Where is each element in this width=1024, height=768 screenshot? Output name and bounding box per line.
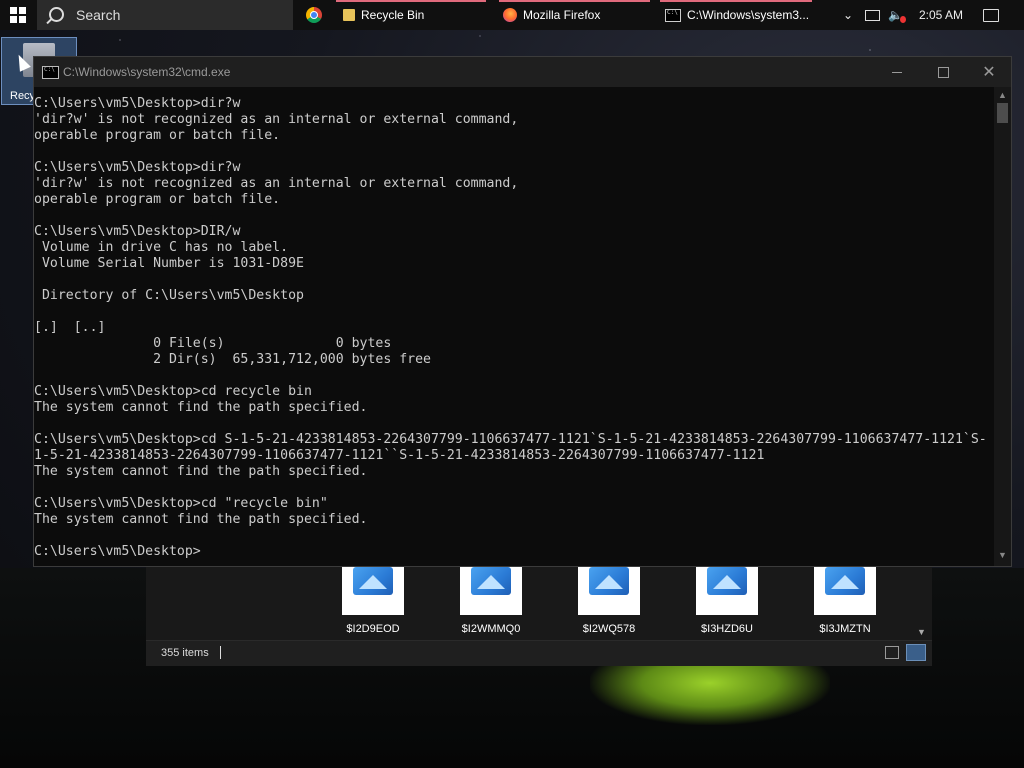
- windows-logo-icon: [10, 7, 26, 23]
- scroll-down-arrow-icon[interactable]: ▼: [998, 550, 1007, 560]
- file-thumbnail[interactable]: [460, 567, 522, 615]
- console-line: C:\Users\vm5\Desktop>: [34, 544, 201, 559]
- cmd-icon: [665, 8, 681, 22]
- file-thumbnail[interactable]: [578, 567, 640, 615]
- file-name[interactable]: $I2WMMQ0: [446, 623, 536, 635]
- close-icon: ✕: [982, 64, 996, 81]
- file-name[interactable]: $I3JMZTN: [800, 623, 890, 635]
- running-indicator: [660, 0, 812, 2]
- network-icon[interactable]: [865, 0, 881, 30]
- desktop-icon-label: Recy: [10, 90, 36, 102]
- file-thumbnail[interactable]: [342, 567, 404, 615]
- cmd-window[interactable]: C:\Windows\system32\cmd.exe ✕ C:\Users\v…: [33, 56, 1012, 567]
- minimize-button[interactable]: [874, 57, 920, 87]
- console-line: The system cannot find the path specifie…: [34, 512, 368, 527]
- console-line: C:\Users\vm5\Desktop>DIR/w: [34, 224, 241, 239]
- console-line: 'dir?w' is not recognized as an internal…: [34, 112, 519, 127]
- console-line: The system cannot find the path specifie…: [34, 464, 368, 479]
- details-view-icon[interactable]: [885, 646, 899, 659]
- console-line: 1-5-21-4233814853-2264307799-1106637477-…: [34, 448, 765, 463]
- photo-file-icon: [471, 567, 511, 595]
- file-name[interactable]: $I2D9EOD: [328, 623, 418, 635]
- console-line: 'dir?w' is not recognized as an internal…: [34, 176, 519, 191]
- scroll-up-arrow-icon[interactable]: ▲: [998, 90, 1007, 100]
- console-line: Volume in drive C has no label.: [34, 240, 289, 255]
- photo-file-icon: [707, 567, 747, 595]
- console-output[interactable]: C:\Users\vm5\Desktop>dir?w'dir?w' is not…: [34, 96, 994, 560]
- cmd-window-title: C:\Windows\system32\cmd.exe: [63, 65, 231, 79]
- photo-file-icon: [353, 567, 393, 595]
- running-indicator: [336, 0, 486, 2]
- taskbar-clock[interactable]: 2:05 AM: [919, 0, 963, 30]
- status-divider: [220, 646, 221, 659]
- taskbar-app-cmd[interactable]: C:\Windows\system3...: [660, 0, 812, 30]
- minimize-icon: [892, 71, 902, 73]
- console-line: C:\Users\vm5\Desktop>dir?w: [34, 160, 241, 175]
- large-icons-view-icon[interactable]: [906, 644, 926, 661]
- running-indicator: [499, 0, 650, 2]
- scroll-down-arrow-icon[interactable]: ▼: [917, 627, 926, 637]
- photo-file-icon: [825, 567, 865, 595]
- start-button[interactable]: [0, 0, 36, 30]
- console-scrollbar[interactable]: ▲ ▼: [994, 87, 1011, 566]
- firefox-icon: [503, 8, 517, 22]
- taskbar: Search Recycle Bin Mozilla Firefox C:\Wi…: [0, 0, 1024, 30]
- console-line: Volume Serial Number is 1031-D89E: [34, 256, 304, 271]
- file-thumbnail[interactable]: [814, 567, 876, 615]
- taskbar-search-box[interactable]: Search: [37, 0, 293, 30]
- taskbar-app-recycle-bin[interactable]: Recycle Bin: [336, 0, 486, 30]
- photo-file-icon: [589, 567, 629, 595]
- file-name[interactable]: $I2WQ578: [564, 623, 654, 635]
- console-line: C:\Users\vm5\Desktop>cd recycle bin: [34, 384, 312, 399]
- explorer-status-bar: 355 items: [146, 640, 932, 666]
- maximize-icon: [937, 66, 949, 78]
- console-line: 2 Dir(s) 65,331,712,000 bytes free: [34, 352, 431, 367]
- volume-muted-icon[interactable]: 🔈: [888, 0, 906, 30]
- console-line: C:\Users\vm5\Desktop>cd "recycle bin": [34, 496, 328, 511]
- maximize-button[interactable]: [920, 57, 966, 87]
- folder-icon: [343, 9, 355, 21]
- search-placeholder: Search: [76, 7, 121, 23]
- console-line: Directory of C:\Users\vm5\Desktop: [34, 288, 304, 303]
- console-line: operable program or batch file.: [34, 128, 281, 143]
- search-icon: [49, 7, 64, 22]
- console-line: C:\Users\vm5\Desktop>dir?w: [34, 96, 241, 111]
- console-line: 0 File(s) 0 bytes: [34, 336, 392, 351]
- console-line: operable program or batch file.: [34, 192, 281, 207]
- file-name[interactable]: $I3HZD6U: [682, 623, 772, 635]
- close-button[interactable]: ✕: [966, 57, 1012, 87]
- cmd-title-bar[interactable]: C:\Windows\system32\cmd.exe ✕: [34, 57, 1011, 87]
- action-center-icon[interactable]: [983, 0, 999, 30]
- scrollbar-thumb[interactable]: [997, 103, 1008, 123]
- taskbar-app-label: Mozilla Firefox: [523, 8, 601, 22]
- show-hidden-icons-chevron-icon[interactable]: ⌄: [843, 0, 857, 30]
- taskbar-app-label: Recycle Bin: [361, 8, 425, 22]
- console-line: The system cannot find the path specifie…: [34, 400, 368, 415]
- taskbar-app-firefox[interactable]: Mozilla Firefox: [499, 0, 650, 30]
- taskbar-app-label: C:\Windows\system3...: [687, 8, 810, 22]
- console-line: [.] [..]: [34, 320, 106, 335]
- console-line: C:\Users\vm5\Desktop>cd S-1-5-21-4233814…: [34, 432, 987, 447]
- item-count: 355 items: [161, 647, 209, 659]
- cmd-icon: [42, 66, 59, 79]
- chrome-icon[interactable]: [306, 7, 322, 23]
- file-thumbnail[interactable]: [696, 567, 758, 615]
